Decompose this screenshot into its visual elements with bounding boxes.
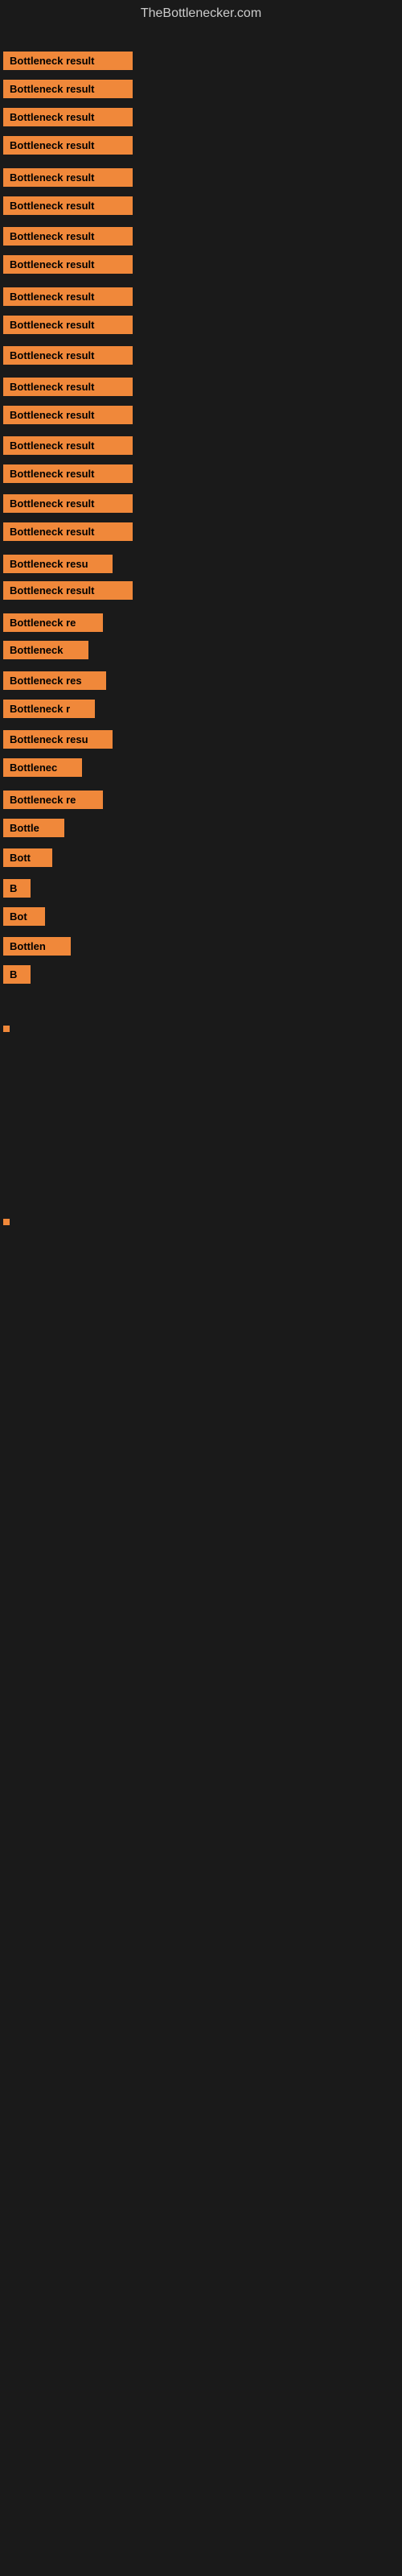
bottleneck-bar: Bottlen	[3, 937, 71, 956]
bottleneck-bar: Bottleneck result	[3, 494, 133, 513]
bottleneck-bar: Bottleneck result	[3, 108, 133, 126]
bottleneck-bar: Bottleneck result	[3, 80, 133, 98]
bottleneck-bar: Bottleneck	[3, 641, 88, 659]
bottleneck-bar: Bottleneck re	[3, 791, 103, 809]
bottleneck-bar: Bottleneck result	[3, 346, 133, 365]
bottleneck-bar: Bottleneck re	[3, 613, 103, 632]
bottleneck-bar: Bottleneck result	[3, 522, 133, 541]
bottleneck-bar: B	[3, 965, 31, 984]
bottleneck-bar: B	[3, 879, 31, 898]
bottleneck-bar: Bottleneck result	[3, 168, 133, 187]
bottleneck-bar: Bottleneck result	[3, 316, 133, 334]
bottleneck-bar: Bottleneck result	[3, 227, 133, 246]
bottleneck-bar: Bottleneck result	[3, 464, 133, 483]
bottleneck-bar: Bottleneck result	[3, 136, 133, 155]
bottleneck-bar: Bottleneck result	[3, 436, 133, 455]
site-title: TheBottlenecker.com	[0, 0, 402, 27]
bottleneck-bar: Bottleneck result	[3, 52, 133, 70]
indicator-bar	[3, 1026, 10, 1032]
bottleneck-bar: Bottle	[3, 819, 64, 837]
bottleneck-bar: Bottleneck result	[3, 378, 133, 396]
bottleneck-bar: Bottleneck resu	[3, 555, 113, 573]
bottleneck-bar: Bottleneck resu	[3, 730, 113, 749]
indicator-bar	[3, 1219, 10, 1225]
bottleneck-bar: Bott	[3, 848, 52, 867]
bottleneck-bar: Bottlenec	[3, 758, 82, 777]
bottleneck-bar: Bottleneck result	[3, 196, 133, 215]
bottleneck-bar: Bottleneck result	[3, 581, 133, 600]
bottleneck-bar: Bot	[3, 907, 45, 926]
bottleneck-bar: Bottleneck result	[3, 255, 133, 274]
bottleneck-bar: Bottleneck result	[3, 406, 133, 424]
bottleneck-bar: Bottleneck r	[3, 700, 95, 718]
bottleneck-bar: Bottleneck result	[3, 287, 133, 306]
bottleneck-bar: Bottleneck res	[3, 671, 106, 690]
